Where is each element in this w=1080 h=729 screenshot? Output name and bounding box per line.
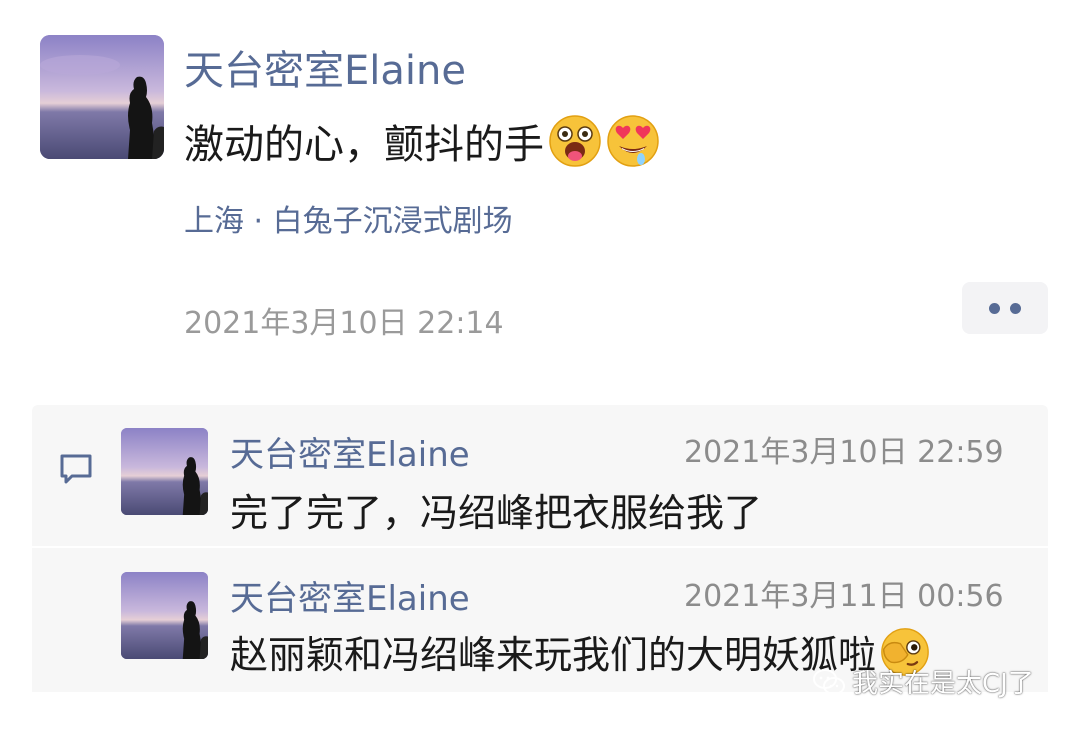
avatar-silhouette-image [121,428,208,515]
comment-author-avatar[interactable] [121,572,208,659]
post-content: 激动的心，颤抖的手 [184,112,660,170]
dot-icon [989,302,1000,314]
heart-eyes-drooling-emoji-icon [606,114,660,168]
comment-author-avatar[interactable] [121,428,208,515]
avatar-silhouette-image [121,572,208,659]
zany-face-emoji-icon [548,114,602,168]
comment-text[interactable]: 完了完了，冯绍峰把衣服给我了 [230,482,762,537]
post-timestamp: 2021年3月10日 22:14 [184,306,504,341]
author-avatar[interactable] [40,35,164,159]
dot-icon [1010,302,1021,314]
post-location[interactable]: 上海 · 白兔子沉浸式剧场 [184,196,513,240]
comment-bubble-icon [60,454,92,484]
moments-post-detail: 天台密室Elaine 激动的心，颤抖的手 上海 · 白兔子沉浸式剧场 2021年… [0,0,1080,729]
comment-text: 赵丽颖和冯绍峰来玩我们的大明妖狐啦 [230,633,877,677]
avatar-silhouette-image [40,35,164,159]
post-text: 激动的心，颤抖的手 [184,122,544,168]
wechat-icon [813,668,845,695]
more-actions-button[interactable] [962,282,1048,334]
comment-timestamp: 2021年3月10日 22:59 [684,435,1004,470]
watermark-text: 我实在是太CJ了 [852,669,1034,699]
post-author-name[interactable]: 天台密室Elaine [184,38,466,96]
comment-divider [32,546,1048,548]
watermark: 我实在是太CJ了 [812,663,1034,700]
comment-author-name[interactable]: 天台密室Elaine [230,571,470,620]
comment-author-name[interactable]: 天台密室Elaine [230,427,470,476]
comment-timestamp: 2021年3月11日 00:56 [684,579,1004,614]
